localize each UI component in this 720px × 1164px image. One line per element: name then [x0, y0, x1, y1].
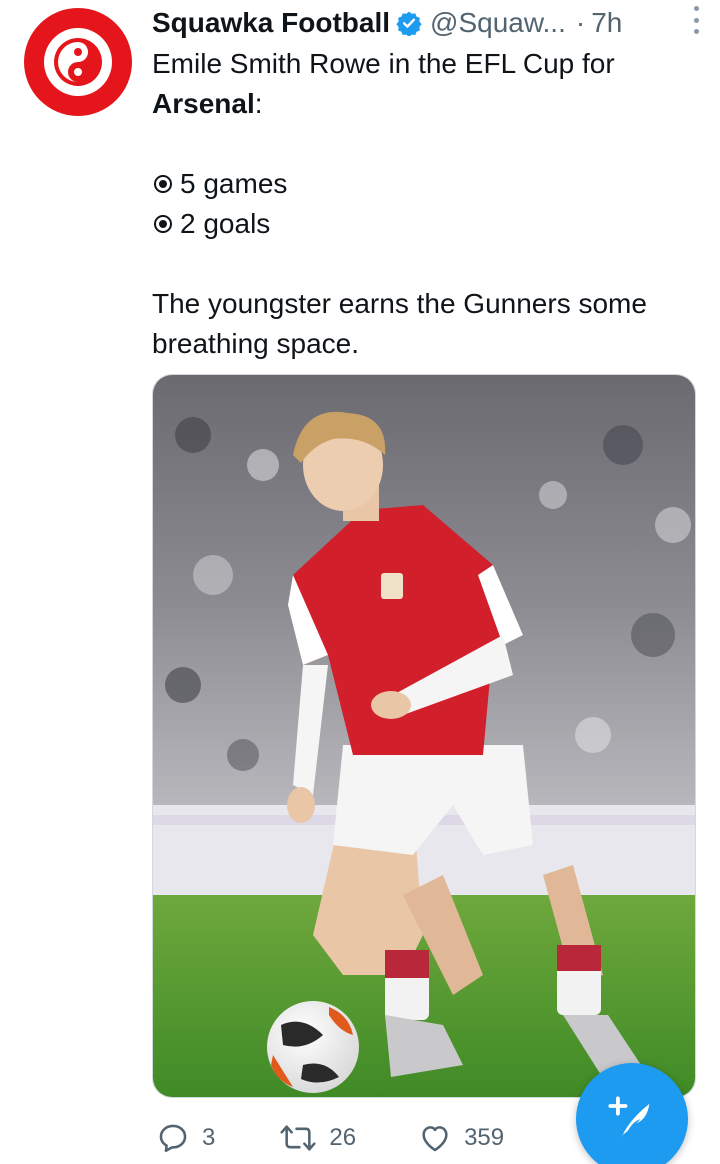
tweet[interactable]: Squawka Football @Squaw... · 7h Emile Sm…: [0, 0, 720, 1164]
verified-badge-icon: [396, 10, 422, 37]
reply-button[interactable]: 3: [156, 1121, 215, 1155]
bullet-item: 5 games: [152, 164, 702, 204]
tweet-text-closing: The youngster earns the Gunners some bre…: [152, 288, 647, 359]
bold-team-name: Arsenal: [152, 88, 255, 119]
like-button[interactable]: 359: [418, 1121, 504, 1155]
author-handle[interactable]: @Squaw...: [430, 7, 566, 39]
separator-dot: ·: [575, 7, 586, 38]
retweet-arrows-icon: [280, 1125, 316, 1151]
tweet-timestamp[interactable]: 7h: [591, 7, 622, 39]
reply-count: 3: [202, 1124, 216, 1151]
like-count: 359: [464, 1124, 505, 1151]
more-options-icon[interactable]: [690, 6, 702, 34]
action-bar: 3 26 359: [152, 1118, 572, 1158]
tweet-text-line1: Emile Smith Rowe in the EFL Cup for: [152, 48, 615, 79]
speech-bubble-icon: [159, 1124, 187, 1153]
compose-tweet-button[interactable]: [576, 1063, 688, 1164]
squawka-logo-icon: [44, 28, 112, 96]
bullet-item: 2 goals: [152, 204, 702, 244]
tweet-text: Emile Smith Rowe in the EFL Cup for Arse…: [152, 44, 702, 364]
tweet-text-line2: Arsenal:: [152, 88, 263, 119]
heart-icon: [422, 1126, 448, 1152]
author-name[interactable]: Squawka Football: [152, 7, 390, 39]
bullet-icon: [154, 175, 172, 193]
tweet-header: Squawka Football @Squaw... · 7h: [152, 2, 702, 44]
retweet-button[interactable]: 26: [279, 1121, 356, 1155]
retweet-count: 26: [329, 1124, 357, 1151]
bullet-icon: [154, 215, 172, 233]
avatar[interactable]: [24, 8, 132, 116]
feather-plus-icon: [608, 1096, 650, 1139]
tweet-media-photo[interactable]: [152, 374, 696, 1098]
